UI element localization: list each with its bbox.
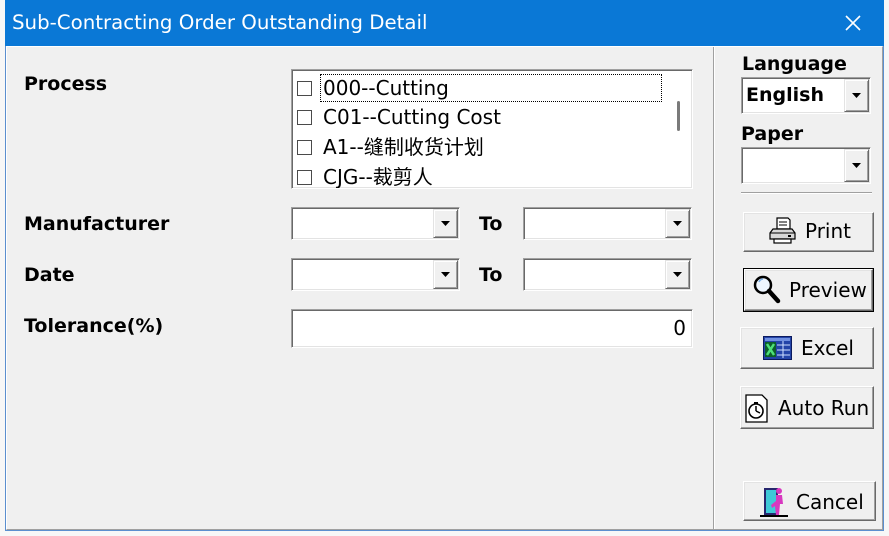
date-to-combo[interactable] — [523, 258, 692, 291]
process-checkbox[interactable] — [297, 110, 312, 125]
manufacturer-from-combo[interactable] — [291, 207, 460, 240]
dropdown-button[interactable] — [433, 260, 458, 289]
process-list-item[interactable]: A1--缝制收货计划 — [292, 133, 677, 161]
title-bar[interactable]: Sub-Contracting Order Outstanding Detail — [5, 0, 884, 46]
date-from-combo[interactable] — [291, 258, 460, 291]
process-checkbox[interactable] — [297, 140, 312, 155]
dropdown-arrow-icon — [441, 221, 450, 226]
dropdown-button[interactable] — [665, 260, 690, 289]
dropdown-arrow-icon — [441, 272, 450, 277]
date-label: Date — [24, 264, 75, 286]
excel-button[interactable]: Excel — [740, 327, 874, 369]
focus-rectangle — [320, 74, 662, 102]
process-checkbox[interactable] — [297, 170, 312, 185]
manufacturer-to-combo[interactable] — [523, 207, 692, 240]
window-title: Sub-Contracting Order Outstanding Detail — [12, 11, 428, 34]
printer-icon — [769, 217, 796, 244]
dropdown-arrow-icon — [673, 272, 682, 277]
cancel-button[interactable]: Cancel — [743, 481, 876, 521]
excel-icon — [763, 336, 792, 360]
process-item-label: A1--缝制收货计划 — [323, 135, 484, 159]
clock-icon — [745, 394, 768, 423]
exit-door-icon — [760, 488, 788, 517]
process-list-item[interactable]: CJG--裁剪人 — [292, 163, 677, 189]
dropdown-arrow-icon — [852, 163, 861, 168]
tolerance-input[interactable]: 0 — [291, 309, 693, 348]
date-to-label: To — [479, 264, 503, 286]
process-list-item[interactable]: C01--Cutting Cost — [292, 103, 677, 131]
manufacturer-to-label: To — [479, 213, 503, 235]
tolerance-label: Tolerance(%) — [24, 315, 164, 337]
process-item-label: CJG--裁剪人 — [323, 165, 433, 189]
dropdown-button[interactable] — [433, 209, 458, 238]
screen: Sub-Contracting Order Outstanding Detail… — [0, 0, 889, 536]
print-button[interactable]: Print — [743, 212, 874, 252]
dropdown-arrow-icon — [852, 93, 861, 98]
dropdown-button[interactable] — [844, 149, 869, 182]
list-scrollbar-thumb[interactable] — [677, 101, 680, 131]
preview-button-label: Preview — [789, 278, 867, 302]
process-item-label: C01--Cutting Cost — [323, 105, 501, 129]
dropdown-button[interactable] — [844, 79, 869, 112]
tolerance-value: 0 — [673, 316, 686, 340]
cancel-button-label: Cancel — [796, 490, 864, 514]
auto-run-button[interactable]: Auto Run — [740, 386, 874, 429]
paper-label: Paper — [741, 123, 804, 145]
excel-button-label: Excel — [801, 336, 854, 360]
preview-button[interactable]: Preview — [743, 268, 874, 312]
language-label: Language — [742, 53, 847, 75]
process-label: Process — [24, 73, 108, 95]
language-combo[interactable]: English — [741, 77, 871, 114]
language-value: English — [746, 84, 824, 106]
manufacturer-label: Manufacturer — [24, 213, 170, 235]
panel-separator — [741, 192, 872, 194]
process-checkbox[interactable] — [297, 81, 312, 96]
close-icon — [845, 15, 861, 31]
auto-run-button-label: Auto Run — [778, 396, 870, 420]
process-checklist[interactable]: 000--Cutting C01--Cutting Cost A1--缝制收货计… — [291, 69, 693, 189]
dropdown-button[interactable] — [665, 209, 690, 238]
magnifier-icon — [753, 275, 781, 304]
print-button-label: Print — [805, 219, 852, 243]
panel-divider — [713, 47, 715, 529]
close-button[interactable] — [830, 0, 876, 46]
dropdown-arrow-icon — [673, 221, 682, 226]
paper-combo[interactable] — [741, 147, 871, 184]
